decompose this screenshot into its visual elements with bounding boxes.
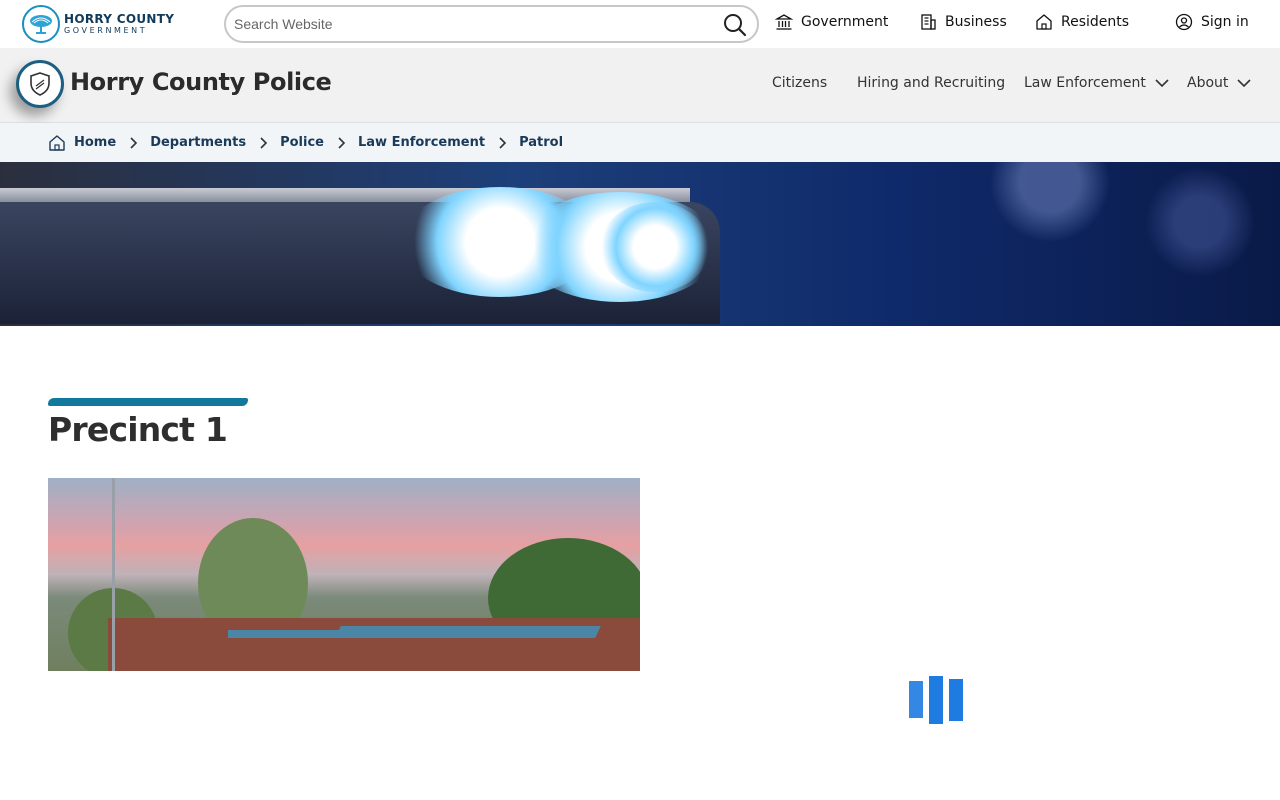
loading-indicator-icon bbox=[909, 676, 963, 724]
hero-police-lights-image bbox=[0, 162, 1280, 326]
police-badge-logo[interactable] bbox=[16, 60, 64, 108]
nav-about-label: About bbox=[1187, 75, 1229, 91]
breadcrumb-patrol[interactable]: Patrol bbox=[519, 135, 563, 150]
sign-in-label: Sign in bbox=[1201, 14, 1249, 30]
home-icon bbox=[1036, 14, 1052, 30]
search-box bbox=[224, 5, 759, 43]
user-circle-icon bbox=[1175, 13, 1193, 31]
nav-law-enforcement[interactable]: Law Enforcement bbox=[1024, 75, 1170, 91]
breadcrumb: Home Departments Police Law Enforcement … bbox=[0, 123, 1280, 162]
nav-hiring-label: Hiring and Recruiting bbox=[857, 75, 1006, 91]
department-header: Horry County Police Citizens Hiring and … bbox=[0, 48, 1280, 123]
chevron-right-icon bbox=[130, 136, 138, 149]
department-title[interactable]: Horry County Police bbox=[70, 68, 332, 96]
nav-business-label: Business bbox=[945, 14, 1007, 30]
nav-citizens[interactable]: Citizens bbox=[772, 75, 827, 91]
brand-name-line1: HORRY COUNTY bbox=[64, 12, 175, 26]
page-title: Precinct 1 bbox=[48, 410, 228, 449]
nav-citizens-label: Citizens bbox=[772, 75, 828, 91]
chevron-right-icon bbox=[499, 136, 507, 149]
nav-law-enforcement-label: Law Enforcement bbox=[1024, 75, 1146, 91]
nav-hiring[interactable]: Hiring and Recruiting bbox=[857, 75, 1005, 91]
brand-name-line2: GOVERNMENT bbox=[64, 26, 148, 35]
tree-logo-icon bbox=[22, 5, 60, 43]
nav-government[interactable]: Government bbox=[775, 13, 888, 31]
title-accent-line bbox=[48, 398, 248, 406]
county-logo[interactable]: HORRY COUNTY GOVERNMENT bbox=[22, 5, 174, 43]
precinct-building-photo bbox=[48, 478, 640, 671]
search-icon[interactable] bbox=[723, 13, 747, 37]
nav-about[interactable]: About bbox=[1187, 75, 1252, 91]
breadcrumb-police[interactable]: Police bbox=[280, 135, 324, 150]
chevron-down-icon bbox=[1237, 79, 1251, 88]
government-building-icon bbox=[775, 14, 793, 30]
top-bar: HORRY COUNTY GOVERNMENT Government Busin… bbox=[0, 0, 1280, 48]
chevron-right-icon bbox=[338, 136, 346, 149]
sign-in-link[interactable]: Sign in bbox=[1175, 13, 1249, 31]
chevron-right-icon bbox=[260, 136, 268, 149]
chevron-down-icon bbox=[1155, 79, 1169, 88]
breadcrumb-home[interactable]: Home bbox=[74, 135, 116, 150]
nav-residents[interactable]: Residents bbox=[1035, 13, 1129, 31]
nav-government-label: Government bbox=[801, 14, 889, 30]
home-icon[interactable] bbox=[48, 134, 66, 152]
main-content: Precinct 1 bbox=[0, 326, 1280, 800]
nav-residents-label: Residents bbox=[1061, 14, 1130, 30]
search-input[interactable] bbox=[234, 14, 714, 34]
breadcrumb-departments[interactable]: Departments bbox=[150, 135, 246, 150]
business-building-icon bbox=[921, 14, 936, 30]
breadcrumb-law-enforcement[interactable]: Law Enforcement bbox=[358, 135, 485, 150]
nav-business[interactable]: Business bbox=[919, 13, 1007, 31]
shield-icon bbox=[30, 72, 50, 96]
